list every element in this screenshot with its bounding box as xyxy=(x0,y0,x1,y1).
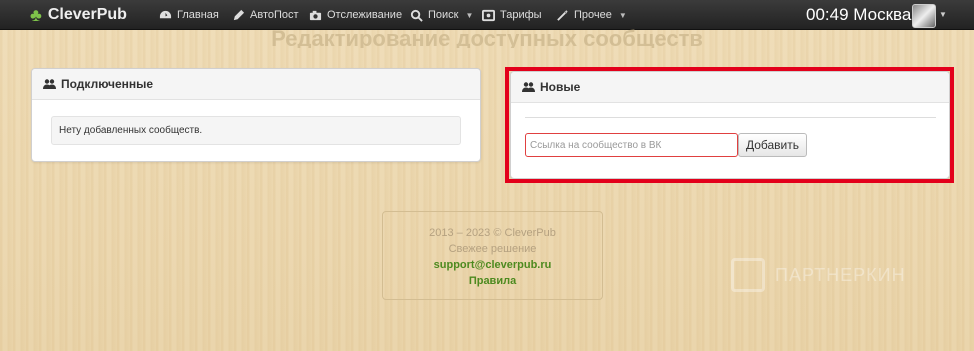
chevron-down-icon[interactable]: ▼ xyxy=(939,10,947,19)
chevron-down-icon: ▼ xyxy=(465,10,474,20)
brand-logo[interactable]: ♣ CleverPub xyxy=(30,4,127,26)
footer-copyright: 2013 – 2023 © CleverPub xyxy=(429,227,556,239)
connected-communities-panel: Подключенные Нету добавленных сообществ. xyxy=(31,68,481,162)
watermark-text: ПАРТНЕРКИН xyxy=(775,264,906,285)
nav-label-home: Главная xyxy=(177,9,219,21)
support-email-link[interactable]: support@cleverpub.ru xyxy=(383,257,602,273)
nav-label-other: Прочее xyxy=(574,9,612,21)
camera-icon xyxy=(309,10,322,20)
nav-label-tariffs: Тарифы xyxy=(500,9,542,21)
community-link-input[interactable] xyxy=(525,133,738,157)
add-community-button[interactable]: Добавить xyxy=(738,133,807,157)
panel-header: Подключенные xyxy=(32,69,480,100)
panel-title: Подключенные xyxy=(61,77,154,91)
clover-icon: ♣ xyxy=(30,5,42,25)
nav-label-search: Поиск xyxy=(428,9,459,21)
users-icon xyxy=(522,82,535,92)
dashboard-icon xyxy=(159,10,172,18)
rules-link[interactable]: Правила xyxy=(383,273,602,289)
page-title: Редактирование доступных сообществ xyxy=(271,26,703,48)
tariff-icon xyxy=(482,9,495,21)
empty-communities-message: Нету добавленных сообществ. xyxy=(51,116,461,145)
users-icon xyxy=(43,79,56,89)
panel-title: Новые xyxy=(540,80,581,94)
nav-label-tracking: Отслеживание xyxy=(327,9,403,21)
divider xyxy=(525,117,936,118)
footer: 2013 – 2023 © CleverPub Свежее решение s… xyxy=(382,211,603,300)
panel-header: Новые xyxy=(511,72,949,103)
nav-label-autopost: АвтоПост xyxy=(250,9,299,21)
chevron-down-icon: ▼ xyxy=(618,10,627,20)
magic-wand-icon xyxy=(557,9,569,21)
watermark: ПАРТНЕРКИН xyxy=(731,258,906,292)
footer-tagline: Свежее решение xyxy=(448,243,537,255)
watermark-logo-icon xyxy=(731,258,765,292)
search-icon xyxy=(410,9,423,22)
user-avatar[interactable] xyxy=(912,4,936,28)
new-communities-panel: Новые Добавить xyxy=(510,71,950,179)
clock-display: 00:49 Москва xyxy=(806,5,912,24)
pencil-icon xyxy=(233,9,245,20)
brand-name: CleverPub xyxy=(47,6,127,23)
